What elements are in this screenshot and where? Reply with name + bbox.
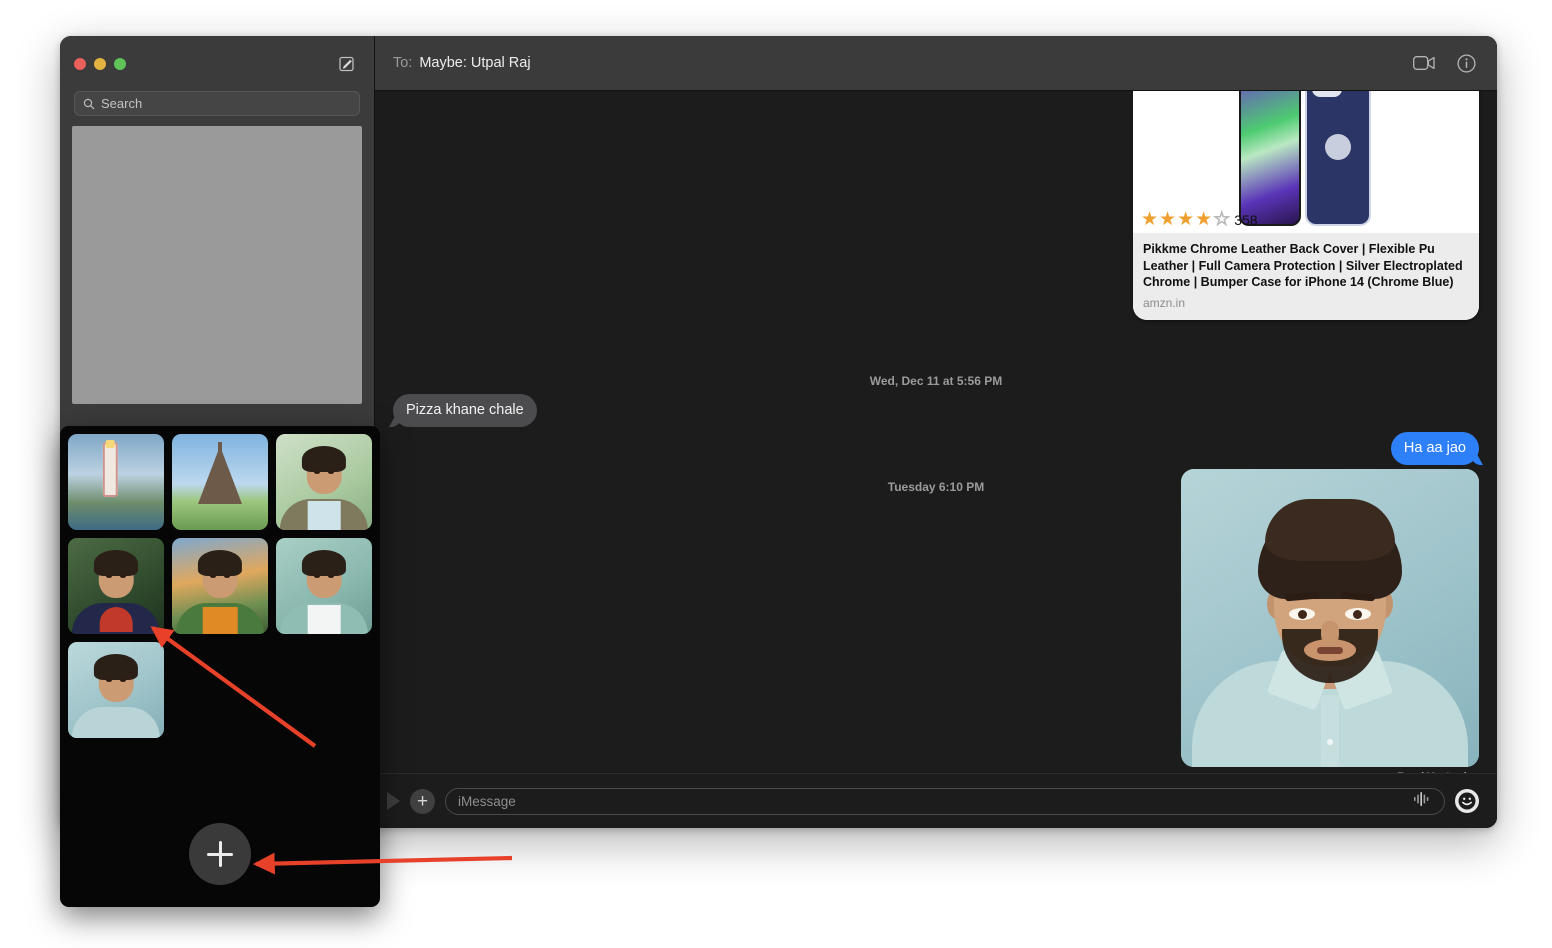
message-bubble-incoming[interactable]: Pizza khane chale: [393, 394, 537, 427]
add-photo-button[interactable]: [189, 823, 251, 885]
search-container: Search: [60, 91, 374, 126]
portrait-art: [68, 642, 164, 738]
zoom-button[interactable]: [114, 58, 126, 70]
iphone-back-case: [1305, 91, 1371, 226]
sidebar-titlebar: [60, 36, 374, 91]
link-preview-domain: amzn.in: [1143, 296, 1469, 310]
portrait-art: [276, 434, 372, 530]
header-actions: [1411, 52, 1479, 74]
message-thread[interactable]: ★ ★ ★ ★ ☆ 358 Pikkme Chrome Leather Back…: [375, 91, 1497, 773]
traffic-lights: [74, 58, 126, 70]
thread-timestamp-1: Wed, Dec 11 at 5:56 PM: [393, 374, 1479, 388]
thumb-portrait-1[interactable]: [276, 434, 372, 530]
play-triangle-icon[interactable]: [387, 792, 400, 810]
photo-grid: [60, 426, 380, 746]
thumb-lighthouse[interactable]: [68, 434, 164, 530]
link-preview-card[interactable]: ★ ★ ★ ★ ☆ 358 Pikkme Chrome Leather Back…: [1133, 91, 1479, 320]
portrait-art: [276, 538, 372, 634]
portrait-art: [172, 538, 268, 634]
link-preview-title: Pikkme Chrome Leather Back Cover | Flexi…: [1143, 241, 1469, 291]
link-preview-image: ★ ★ ★ ★ ☆ 358: [1133, 91, 1479, 233]
thumb-eiffel-tower[interactable]: [172, 434, 268, 530]
search-placeholder: Search: [101, 96, 142, 111]
conversation-header: To: Maybe: Utpal Raj: [375, 36, 1497, 91]
imessage-input[interactable]: iMessage: [445, 788, 1445, 815]
avatar-portrait-illustration: [1181, 469, 1479, 767]
star-icon-3: ★: [1177, 210, 1194, 229]
imessage-placeholder: iMessage: [458, 794, 1404, 809]
portrait-art: [68, 538, 164, 634]
message-row-incoming: Pizza khane chale: [393, 394, 1479, 427]
screenshot-root: Search To: Maybe: Utpal Raj: [0, 0, 1552, 948]
plus-apps-button[interactable]: +: [410, 789, 435, 814]
emoji-smiley-icon[interactable]: [1455, 789, 1479, 813]
conversation-pane: To: Maybe: Utpal Raj: [375, 36, 1497, 828]
star-icon-2: ★: [1159, 210, 1176, 229]
search-icon: [83, 98, 95, 110]
plus-icon-vertical: [219, 841, 222, 867]
recipient-name[interactable]: Maybe: Utpal Raj: [419, 55, 530, 71]
minimize-button[interactable]: [94, 58, 106, 70]
info-icon[interactable]: [1453, 52, 1479, 74]
star-icon-5-empty: ☆: [1213, 210, 1230, 229]
to-label: To:: [393, 55, 412, 71]
read-receipt: Read Yesterday: [1181, 771, 1479, 773]
rating-count: 358: [1234, 212, 1257, 228]
facetime-video-icon[interactable]: [1411, 52, 1437, 74]
search-input[interactable]: Search: [74, 91, 360, 116]
photo-picker-panel[interactable]: [60, 426, 380, 907]
message-composer: + iMessage: [375, 773, 1497, 828]
message-row-outgoing: Ha aa jao: [393, 432, 1479, 465]
thumb-portrait-5[interactable]: [68, 642, 164, 738]
message-bubble-outgoing[interactable]: Ha aa jao: [1391, 432, 1479, 465]
thumb-portrait-2[interactable]: [68, 538, 164, 634]
message-photo-outgoing[interactable]: Read Yesterday: [1181, 469, 1479, 773]
star-icon-1: ★: [1141, 210, 1158, 229]
thumb-portrait-4[interactable]: [276, 538, 372, 634]
camera-module-icon: [1312, 91, 1342, 97]
link-preview-body: Pikkme Chrome Leather Back Cover | Flexi…: [1133, 233, 1479, 320]
audio-waveform-icon[interactable]: [1412, 791, 1432, 812]
photo-attachment[interactable]: [1181, 469, 1479, 767]
iphone-front: [1239, 91, 1301, 226]
close-button[interactable]: [74, 58, 86, 70]
star-icon-4: ★: [1195, 210, 1212, 229]
thumb-portrait-3[interactable]: [172, 538, 268, 634]
rating-row: ★ ★ ★ ★ ☆ 358: [1141, 210, 1258, 229]
compose-icon[interactable]: [334, 51, 360, 77]
redacted-conversations-block: [72, 126, 362, 404]
